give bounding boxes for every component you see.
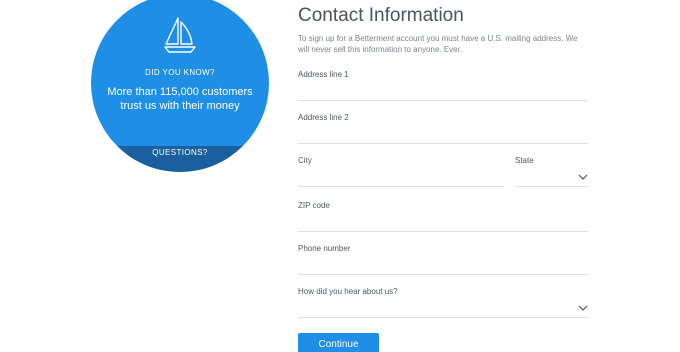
referral-source-label: How did you hear about us?: [298, 287, 398, 296]
address-line-1-input[interactable]: [298, 80, 588, 98]
state-select[interactable]: State: [515, 156, 588, 187]
address-line-1-field[interactable]: Address line 1: [298, 70, 588, 101]
chevron-down-icon: [578, 305, 588, 311]
zip-code-label: ZIP code: [298, 201, 330, 210]
zip-code-input[interactable]: [298, 211, 588, 229]
promo-circle: DID YOU KNOW? More than 115,000 customer…: [91, 0, 269, 172]
chevron-down-icon: [578, 174, 588, 180]
phone-number-label: Phone number: [298, 244, 351, 253]
phone-number-input[interactable]: [298, 254, 588, 272]
customer-fact: More than 115,000 customers trust us wit…: [107, 86, 253, 112]
did-you-know-heading: DID YOU KNOW?: [145, 68, 215, 77]
address-line-2-field[interactable]: Address line 2: [298, 113, 588, 144]
phone-number-field[interactable]: Phone number: [298, 244, 588, 275]
city-input[interactable]: [298, 166, 504, 184]
zip-code-field[interactable]: ZIP code: [298, 201, 588, 232]
sailboat-icon: [164, 17, 196, 53]
intro-text: To sign up for a Betterment account you …: [298, 34, 578, 54]
state-label: State: [515, 156, 534, 165]
city-label: City: [298, 156, 312, 165]
referral-source-select[interactable]: How did you hear about us?: [298, 287, 588, 318]
address-line-2-label: Address line 2: [298, 113, 349, 122]
address-line-1-label: Address line 1: [298, 70, 349, 79]
page-title: Contact Information: [298, 5, 464, 26]
address-line-2-input[interactable]: [298, 123, 588, 141]
city-field[interactable]: City: [298, 156, 504, 187]
continue-button[interactable]: Continue: [298, 333, 379, 352]
questions-link[interactable]: QUESTIONS?: [91, 146, 269, 172]
signup-page: DID YOU KNOW? More than 115,000 customer…: [0, 0, 680, 352]
